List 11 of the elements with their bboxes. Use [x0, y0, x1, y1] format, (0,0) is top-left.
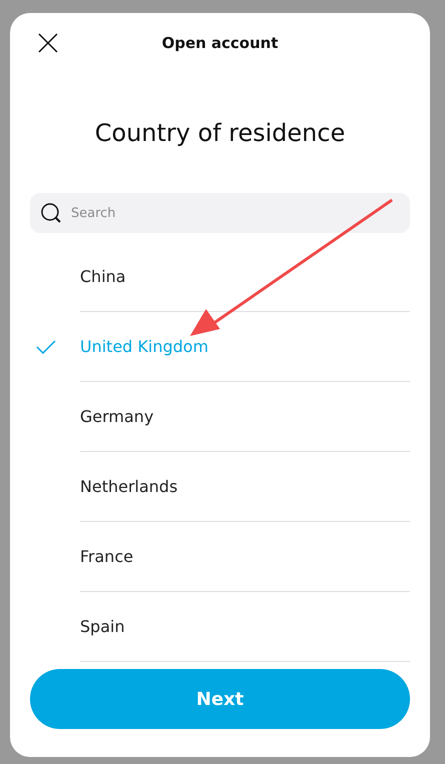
country-option[interactable]: China [80, 264, 126, 288]
country-option[interactable]: Germany [80, 404, 154, 428]
country-option[interactable]: France [80, 544, 134, 568]
country-option[interactable]: Spain [80, 614, 125, 638]
search-icon [40, 202, 62, 224]
close-icon [38, 33, 58, 53]
country-option[interactable]: Netherlands [80, 474, 178, 498]
search-field[interactable]: Search [30, 193, 410, 233]
page-heading: Country of residence [94, 118, 346, 149]
dialog-title: Open account [162, 32, 278, 54]
close-button[interactable] [38, 33, 58, 53]
